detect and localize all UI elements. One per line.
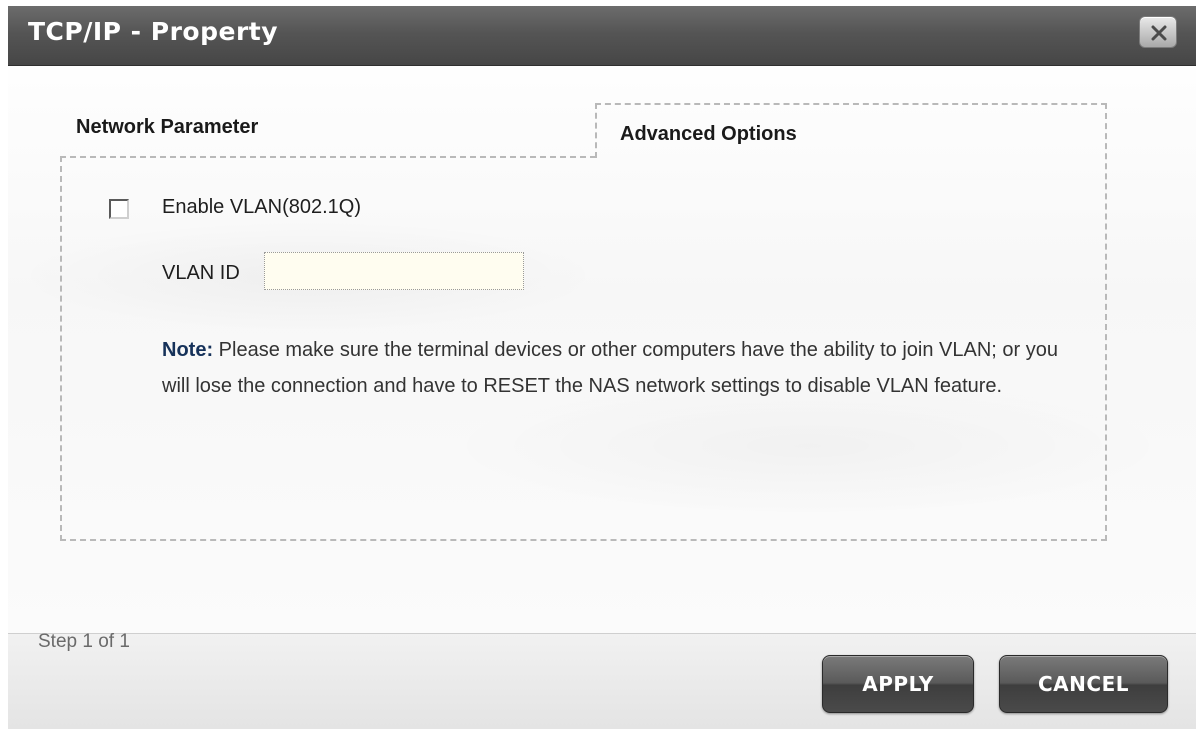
note-key: Note: — [162, 339, 214, 361]
panel-border-top-left — [60, 156, 596, 158]
tab-advanced-options[interactable]: Advanced Options — [620, 123, 797, 146]
panel-border-left — [60, 156, 62, 541]
vlan-id-input[interactable] — [264, 252, 524, 290]
close-button[interactable] — [1139, 16, 1177, 48]
step-indicator: Step 1 of 1 — [38, 631, 130, 652]
enable-vlan-checkbox[interactable] — [109, 199, 129, 219]
panel-border-top-right — [595, 103, 1107, 105]
tab-network-parameter[interactable]: Network Parameter — [76, 116, 258, 139]
vlan-note: Note: Please make sure the terminal devi… — [162, 332, 1082, 404]
panel-border-right — [1105, 103, 1107, 541]
vlan-id-label: VLAN ID — [162, 262, 240, 284]
enable-vlan-label[interactable]: Enable VLAN(802.1Q) — [162, 196, 361, 219]
panel-border-step — [595, 103, 597, 158]
close-x-icon — [1151, 25, 1167, 41]
tcpip-property-dialog: TCP/IP - Property Network Parameter Adva… — [8, 6, 1196, 729]
panel-border-bottom — [60, 539, 1107, 541]
dialog-titlebar[interactable]: TCP/IP - Property — [8, 6, 1196, 66]
apply-button[interactable]: APPLY — [822, 655, 974, 713]
dialog-title: TCP/IP - Property — [28, 17, 279, 46]
note-text: Please make sure the terminal devices or… — [162, 339, 1058, 397]
cancel-button[interactable]: CANCEL — [999, 655, 1168, 713]
